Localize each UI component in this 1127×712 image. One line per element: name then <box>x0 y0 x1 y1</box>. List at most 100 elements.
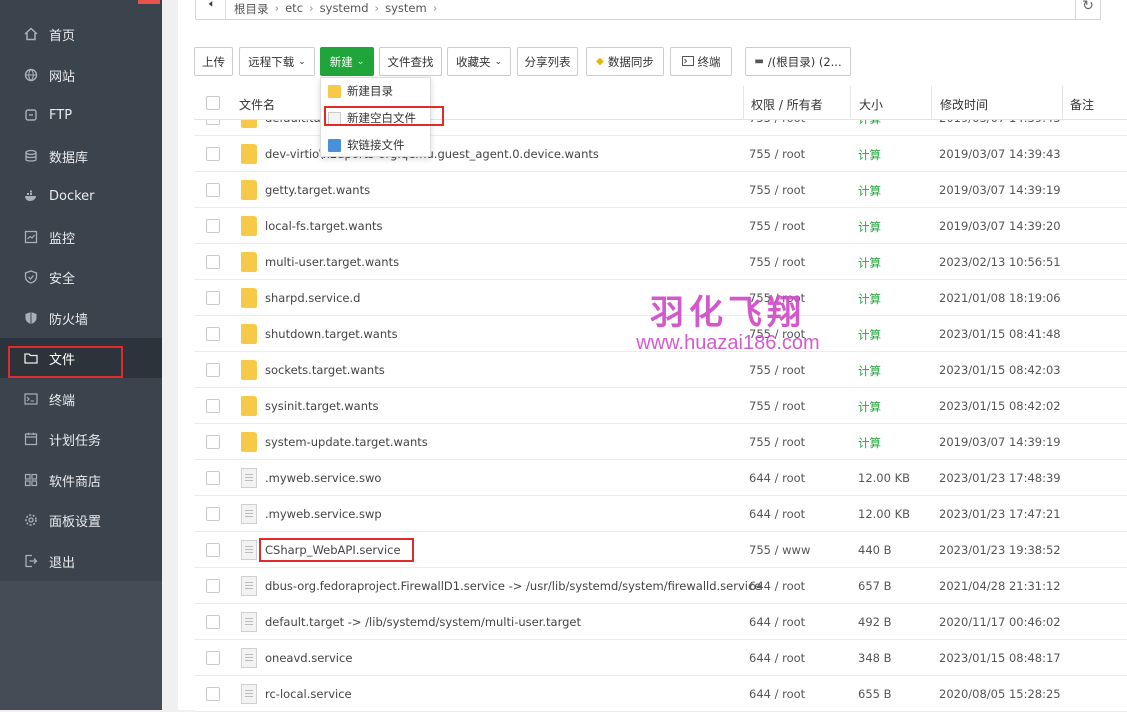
new-folder-item[interactable]: 新建目录 <box>321 78 432 104</box>
row-checkbox[interactable] <box>206 291 220 305</box>
sidebar-item-home[interactable]: 首页 <box>0 14 162 54</box>
row-checkbox[interactable] <box>206 615 220 629</box>
row-checkbox[interactable] <box>206 183 220 197</box>
file-name[interactable]: shutdown.target.wants <box>265 327 398 341</box>
row-checkbox[interactable] <box>206 363 220 377</box>
table-row[interactable]: dbus-org.fedoraproject.FirewallD1.servic… <box>194 568 1127 604</box>
disk-button[interactable]: ▬/(根目录) (2... <box>745 47 851 76</box>
remote-download-button[interactable]: 远程下载 ⌄ <box>239 47 315 76</box>
row-checkbox[interactable] <box>206 147 220 161</box>
data-sync-button[interactable]: ◆ 数据同步 <box>586 47 664 76</box>
row-checkbox[interactable] <box>206 327 220 341</box>
file-name[interactable]: sockets.target.wants <box>265 363 385 377</box>
file-permission[interactable]: 644 / root <box>749 507 805 521</box>
header-permission[interactable]: 权限 / 所有者 <box>751 96 823 113</box>
file-permission[interactable]: 644 / root <box>749 471 805 485</box>
row-checkbox[interactable] <box>206 543 220 557</box>
sidebar-item-logout[interactable]: 退出 <box>0 541 162 581</box>
sidebar-item-database[interactable]: 数据库 <box>0 136 162 176</box>
file-name[interactable]: .myweb.service.swo <box>265 471 381 485</box>
row-checkbox[interactable] <box>206 507 220 521</box>
calc-size-link[interactable]: 计算 <box>858 363 881 379</box>
table-row[interactable]: .myweb.service.swp 644 / root 12.00 KB 2023… <box>194 496 1127 532</box>
breadcrumb-item[interactable]: 根目录 <box>234 1 269 17</box>
sidebar-item-firewall[interactable]: 防火墙 <box>0 298 162 338</box>
row-checkbox[interactable] <box>206 579 220 593</box>
calc-size-link[interactable]: 计算 <box>858 183 881 199</box>
table-row[interactable]: rc-local.service 644 / root 655 B 2020/08/0… <box>194 676 1127 712</box>
file-permission[interactable]: 755 / root <box>749 183 805 197</box>
calc-size-link[interactable]: 计算 <box>858 435 881 451</box>
file-name[interactable]: rc-local.service <box>265 687 352 701</box>
file-name[interactable]: local-fs.target.wants <box>265 219 383 233</box>
share-list-button[interactable]: 分享列表 <box>517 47 578 76</box>
file-permission[interactable]: 755 / root <box>749 219 805 233</box>
table-row[interactable]: sockets.target.wants 755 / root 计算 2023/01/… <box>194 352 1127 388</box>
calc-size-link[interactable]: 计算 <box>858 399 881 415</box>
calc-size-link[interactable]: 计算 <box>858 291 881 307</box>
file-permission[interactable]: 755 / root <box>749 327 805 341</box>
file-name[interactable]: multi-user.target.wants <box>265 255 399 269</box>
row-checkbox[interactable] <box>206 435 220 449</box>
sidebar-item-monitor[interactable]: 监控 <box>0 217 162 257</box>
file-permission[interactable]: 755 / root <box>749 363 805 377</box>
upload-button[interactable]: 上传 <box>194 47 233 76</box>
calc-size-link[interactable]: 计算 <box>858 255 881 271</box>
breadcrumb-item[interactable]: etc <box>285 1 303 17</box>
file-name[interactable]: dbus-org.fedoraproject.FirewallD1.servic… <box>265 579 761 593</box>
file-name[interactable]: getty.target.wants <box>265 183 370 197</box>
sidebar-item-sites[interactable]: 网站 <box>0 55 162 95</box>
table-row[interactable]: getty.target.wants 755 / root 计算 2019/03/07… <box>194 172 1127 208</box>
calc-size-link[interactable]: 计算 <box>858 327 881 343</box>
header-size[interactable]: 大小 <box>859 96 883 113</box>
file-name[interactable]: oneavd.service <box>265 651 352 665</box>
row-checkbox[interactable] <box>206 687 220 701</box>
row-checkbox[interactable] <box>206 399 220 413</box>
row-checkbox[interactable] <box>206 255 220 269</box>
table-row[interactable]: multi-user.target.wants 755 / root 计算 2023/… <box>194 244 1127 280</box>
sidebar-item-ftp[interactable]: FTP <box>0 95 162 135</box>
header-modified[interactable]: 修改时间 <box>940 96 988 113</box>
favorites-button[interactable]: 收藏夹 ⌄ <box>447 47 511 76</box>
row-checkbox[interactable] <box>206 651 220 665</box>
calc-size-link[interactable]: 计算 <box>858 219 881 235</box>
sidebar-item-docker[interactable]: Docker <box>0 176 162 216</box>
table-row[interactable]: sysinit.target.wants 755 / root 计算 2023/01/… <box>194 388 1127 424</box>
sidebar-item-security[interactable]: 安全 <box>0 257 162 297</box>
terminal-button[interactable]: 终端 <box>670 47 732 76</box>
file-name[interactable]: sharpd.service.d <box>265 291 360 305</box>
file-permission[interactable]: 644 / root <box>749 579 805 593</box>
file-permission[interactable]: 755 / root <box>749 435 805 449</box>
file-search-button[interactable]: 文件查找 <box>379 47 442 76</box>
file-name[interactable]: system-update.target.wants <box>265 435 428 449</box>
file-permission[interactable]: 755 / root <box>749 291 805 305</box>
file-permission[interactable]: 755 / root <box>749 399 805 413</box>
file-permission[interactable]: 755 / www <box>749 543 810 557</box>
sidebar-item-terminal[interactable]: 终端 <box>0 379 162 419</box>
table-row[interactable]: shutdown.target.wants 755 / root 计算 2023/01… <box>194 316 1127 352</box>
breadcrumb-item[interactable]: systemd <box>320 1 369 17</box>
select-all-checkbox[interactable] <box>206 96 220 110</box>
sidebar-item-cron[interactable]: 计划任务 <box>0 419 162 459</box>
table-row[interactable]: oneavd.service 644 / root 348 B 2023/01/15 … <box>194 640 1127 676</box>
file-name[interactable]: .myweb.service.swp <box>265 507 382 521</box>
table-row[interactable]: .myweb.service.swo 644 / root 12.00 KB 2023… <box>194 460 1127 496</box>
sidebar-item-settings[interactable]: 面板设置 <box>0 500 162 540</box>
file-permission[interactable]: 644 / root <box>749 651 805 665</box>
table-row[interactable]: system-update.target.wants 755 / root 计算 20… <box>194 424 1127 460</box>
row-checkbox[interactable] <box>206 471 220 485</box>
refresh-button[interactable]: ↻ <box>1075 0 1101 20</box>
table-row[interactable]: sharpd.service.d 755 / root 计算 2021/01/08 1… <box>194 280 1127 316</box>
header-name[interactable]: 文件名 <box>239 96 275 113</box>
file-permission[interactable]: 644 / root <box>749 615 805 629</box>
symlink-file-item[interactable]: 软链接文件 <box>321 132 432 158</box>
table-row[interactable]: local-fs.target.wants 755 / root 计算 2019/03… <box>194 208 1127 244</box>
row-checkbox[interactable] <box>206 219 220 233</box>
table-row[interactable]: default.target -> /lib/systemd/system/mu… <box>194 604 1127 640</box>
file-permission[interactable]: 755 / root <box>749 147 805 161</box>
calc-size-link[interactable]: 计算 <box>858 147 881 163</box>
file-name[interactable]: default.target -> /lib/systemd/system/mu… <box>265 615 581 629</box>
new-button[interactable]: 新建 ⌄ <box>320 47 374 76</box>
breadcrumb-item[interactable]: system <box>385 1 427 17</box>
file-name[interactable]: sysinit.target.wants <box>265 399 379 413</box>
